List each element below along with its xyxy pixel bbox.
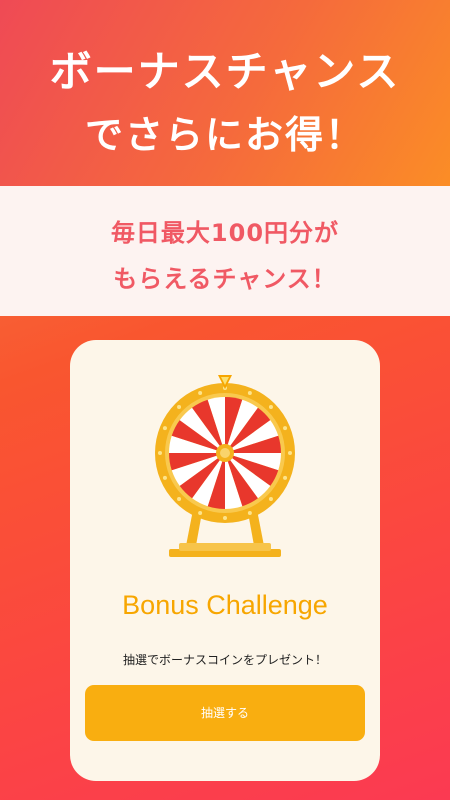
prize-wheel-icon bbox=[155, 375, 295, 565]
hero-banner: ボーナスチャンス でさらにお得！ bbox=[0, 0, 450, 186]
promo-text-line-1: 毎日最大100円分が bbox=[110, 219, 340, 247]
draw-button[interactable]: 抽選する bbox=[85, 685, 365, 741]
hero-title-line-2: でさらにお得！ bbox=[84, 113, 365, 157]
bonus-challenge-card: Bonus Challenge 抽選でボーナスコインをプレゼント！ 抽選する bbox=[70, 340, 380, 781]
card-description: 抽選でボーナスコインをプレゼント！ bbox=[122, 653, 327, 667]
promo-text-line-2: もらえるチャンス！ bbox=[113, 265, 337, 293]
card-title: Bonus Challenge bbox=[122, 590, 328, 620]
hero-title-line-1: ボーナスチャンス bbox=[49, 47, 401, 96]
promo-band: 毎日最大100円分が もらえるチャンス！ bbox=[0, 186, 450, 316]
